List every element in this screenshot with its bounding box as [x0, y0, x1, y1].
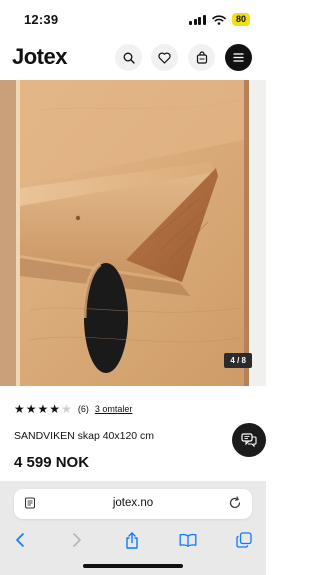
product-photo	[0, 80, 266, 386]
bookmarks-button[interactable]	[177, 530, 199, 550]
product-price: 4 599 NOK	[14, 454, 90, 471]
image-counter: 4 / 8	[224, 353, 252, 368]
bookmarks-icon	[179, 533, 197, 547]
forward-icon	[73, 533, 81, 547]
share-button[interactable]	[121, 530, 143, 550]
search-button[interactable]	[115, 44, 142, 71]
chat-button[interactable]	[232, 423, 266, 457]
star-filled-icon: ★	[14, 402, 25, 416]
back-icon	[16, 533, 24, 547]
product-title: SANDVIKEN skap 40x120 cm	[14, 430, 155, 442]
cart-button[interactable]	[188, 44, 215, 71]
status-bar: 12:39 80	[0, 0, 266, 38]
forward-button[interactable]	[66, 530, 88, 550]
browser-bottom-bar: jotex.no	[0, 481, 266, 575]
status-time: 12:39	[24, 12, 59, 27]
reload-icon[interactable]	[228, 496, 242, 510]
battery-indicator: 80	[231, 13, 250, 26]
tabs-button[interactable]	[233, 530, 255, 550]
bag-icon	[196, 51, 207, 64]
product-image-gallery[interactable]: 4 / 8	[0, 80, 266, 386]
home-indicator	[83, 564, 183, 568]
tabs-icon	[236, 532, 252, 548]
rating-stars: ★ ★ ★ ★ ★	[14, 403, 72, 415]
search-icon	[123, 52, 135, 64]
star-empty-icon: ★	[61, 402, 72, 416]
star-filled-icon: ★	[49, 402, 61, 416]
back-button[interactable]	[9, 530, 31, 550]
star-filled-icon: ★	[25, 402, 37, 416]
menu-icon	[233, 53, 244, 62]
browser-toolbar	[0, 527, 266, 553]
url-text: jotex.no	[112, 497, 154, 509]
cellular-signal-icon	[189, 14, 206, 25]
site-header: Jotex	[0, 40, 266, 78]
address-bar[interactable]: jotex.no	[14, 489, 252, 519]
product-rating: ★ ★ ★ ★ ★ (6) 3 omtaler	[14, 403, 132, 415]
status-icons: 80	[189, 13, 250, 26]
share-icon	[126, 531, 138, 549]
wishlist-button[interactable]	[151, 44, 178, 71]
star-filled-icon: ★	[37, 402, 49, 416]
review-count: (6)	[77, 404, 89, 414]
jotex-logo[interactable]: Jotex	[12, 44, 67, 70]
heart-icon	[158, 52, 171, 64]
chat-icon	[241, 433, 257, 447]
screen: 12:39 80 Jotex 4 / 8 ★ ★ ★ ★ ★ (6) 3 omt…	[0, 0, 266, 575]
reviews-link[interactable]: 3 omtaler	[95, 404, 133, 414]
menu-button[interactable]	[225, 44, 252, 71]
wifi-icon	[212, 14, 226, 25]
